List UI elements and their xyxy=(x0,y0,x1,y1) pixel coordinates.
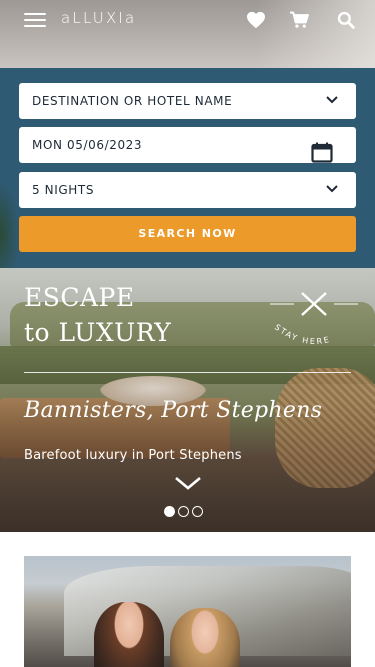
destination-label: DESTINATION OR HOTEL NAME xyxy=(32,94,233,108)
search-now-button[interactable]: SEARCH NOW xyxy=(19,216,356,252)
featured-photo-card[interactable] xyxy=(24,556,351,667)
search-icon[interactable] xyxy=(336,11,356,29)
svg-text:STAY HERE: STAY HERE xyxy=(273,322,332,346)
chevron-down-icon xyxy=(326,185,338,193)
plant-decoration xyxy=(0,180,20,270)
chevron-down-icon xyxy=(326,96,338,104)
hero-carousel[interactable]: ESCAPE to LUXURY STAY HERE Bannisters, P… xyxy=(0,268,375,532)
date-value: MON 05/06/2023 xyxy=(32,138,143,152)
hotel-tagline: Barefoot luxury in Port Stephens xyxy=(24,448,242,463)
hero-title: ESCAPE to LUXURY xyxy=(24,280,171,350)
brand-logo[interactable]: aLLUXIa xyxy=(61,9,136,27)
carousel-dot-3[interactable] xyxy=(192,506,203,517)
carousel-dot-2[interactable] xyxy=(178,506,189,517)
photo-person-right xyxy=(170,608,240,667)
menu-icon[interactable] xyxy=(24,13,46,27)
cart-icon[interactable] xyxy=(289,11,309,29)
scroll-down-chevron-icon[interactable] xyxy=(174,476,202,490)
destination-select[interactable]: DESTINATION OR HOTEL NAME xyxy=(19,83,356,119)
nights-value: 5 NIGHTS xyxy=(32,183,95,197)
site-header: aLLUXIa xyxy=(0,0,375,68)
hero-title-line2: to LUXURY xyxy=(24,318,172,347)
carousel-dot-1[interactable] xyxy=(164,506,175,517)
badge-text: STAY HERE xyxy=(273,322,330,346)
calendar-icon[interactable] xyxy=(311,142,333,163)
hero-divider xyxy=(24,372,351,373)
heart-icon[interactable] xyxy=(246,11,266,29)
hotel-name[interactable]: Bannisters, Port Stephens xyxy=(24,398,322,423)
date-field[interactable]: MON 05/06/2023 xyxy=(19,127,356,163)
carousel-dots xyxy=(164,504,206,517)
photo-person-left xyxy=(94,602,164,667)
nights-select[interactable]: 5 NIGHTS xyxy=(19,172,356,208)
stay-here-badge: STAY HERE xyxy=(266,290,362,350)
hero-title-line1: ESCAPE xyxy=(24,283,135,312)
